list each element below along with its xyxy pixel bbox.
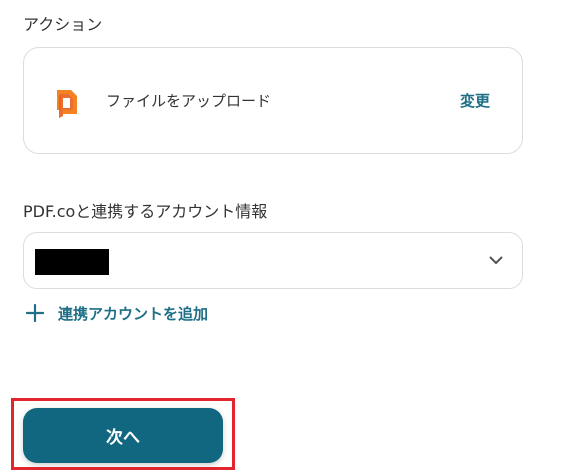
- pdfco-logo-icon: [57, 90, 77, 118]
- account-section-label: PDF.coと連携するアカウント情報: [23, 202, 268, 221]
- add-account-link[interactable]: 連携アカウントを追加: [26, 301, 208, 325]
- plus-icon: [26, 304, 44, 322]
- next-button[interactable]: 次へ: [23, 408, 223, 463]
- action-name: ファイルをアップロード: [106, 92, 272, 110]
- action-section-label: アクション: [23, 15, 103, 34]
- account-select[interactable]: [23, 232, 523, 289]
- add-account-label: 連携アカウントを追加: [58, 304, 209, 323]
- action-card: ファイルをアップロード 変更: [23, 47, 523, 154]
- selected-account-value-redacted: [35, 249, 109, 275]
- change-action-link[interactable]: 変更: [460, 90, 490, 111]
- chevron-down-icon: [489, 256, 503, 264]
- action-settings-page: アクション ファイルをアップロード 変更 PDF.coと連携するアカウント情報 …: [0, 0, 587, 472]
